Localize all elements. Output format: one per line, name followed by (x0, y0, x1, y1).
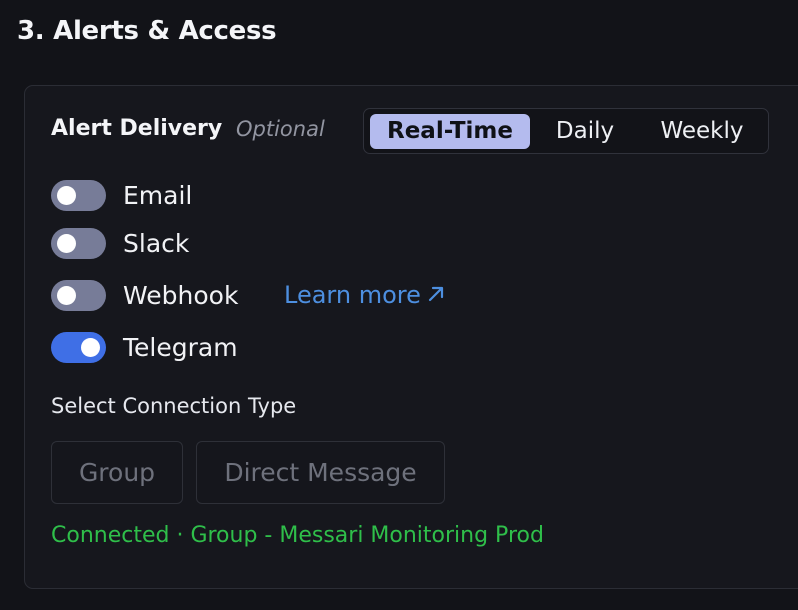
toggle-knob (57, 234, 76, 253)
connection-type-label: Select Connection Type (51, 394, 297, 418)
slack-label: Slack (123, 229, 190, 258)
learn-more-text: Learn more (284, 281, 421, 309)
telegram-label: Telegram (123, 333, 238, 362)
webhook-label: Webhook (123, 281, 239, 310)
group-button[interactable]: Group (51, 441, 183, 504)
alert-delivery-card: Alert Delivery Optional Real-Time Daily … (24, 85, 798, 589)
slack-toggle[interactable] (51, 228, 106, 259)
frequency-segmented-control: Real-Time Daily Weekly (363, 108, 769, 154)
external-link-arrow-icon (427, 280, 445, 311)
frequency-option-real-time[interactable]: Real-Time (370, 114, 530, 149)
alert-delivery-title: Alert Delivery (51, 116, 223, 141)
frequency-option-daily[interactable]: Daily (540, 114, 630, 149)
email-toggle[interactable] (51, 180, 106, 211)
direct-message-button[interactable]: Direct Message (196, 441, 445, 504)
toggle-knob (81, 338, 100, 357)
optional-tag: Optional (236, 117, 325, 141)
learn-more-link[interactable]: Learn more (284, 280, 445, 311)
toggle-knob (57, 186, 76, 205)
telegram-toggle[interactable] (51, 332, 106, 363)
section-title: 3. Alerts & Access (17, 16, 277, 46)
webhook-toggle[interactable] (51, 280, 106, 311)
frequency-option-weekly[interactable]: Weekly (644, 114, 760, 149)
connection-status: Connected · Group - Messari Monitoring P… (51, 523, 544, 548)
email-label: Email (123, 181, 193, 210)
toggle-knob (57, 286, 76, 305)
